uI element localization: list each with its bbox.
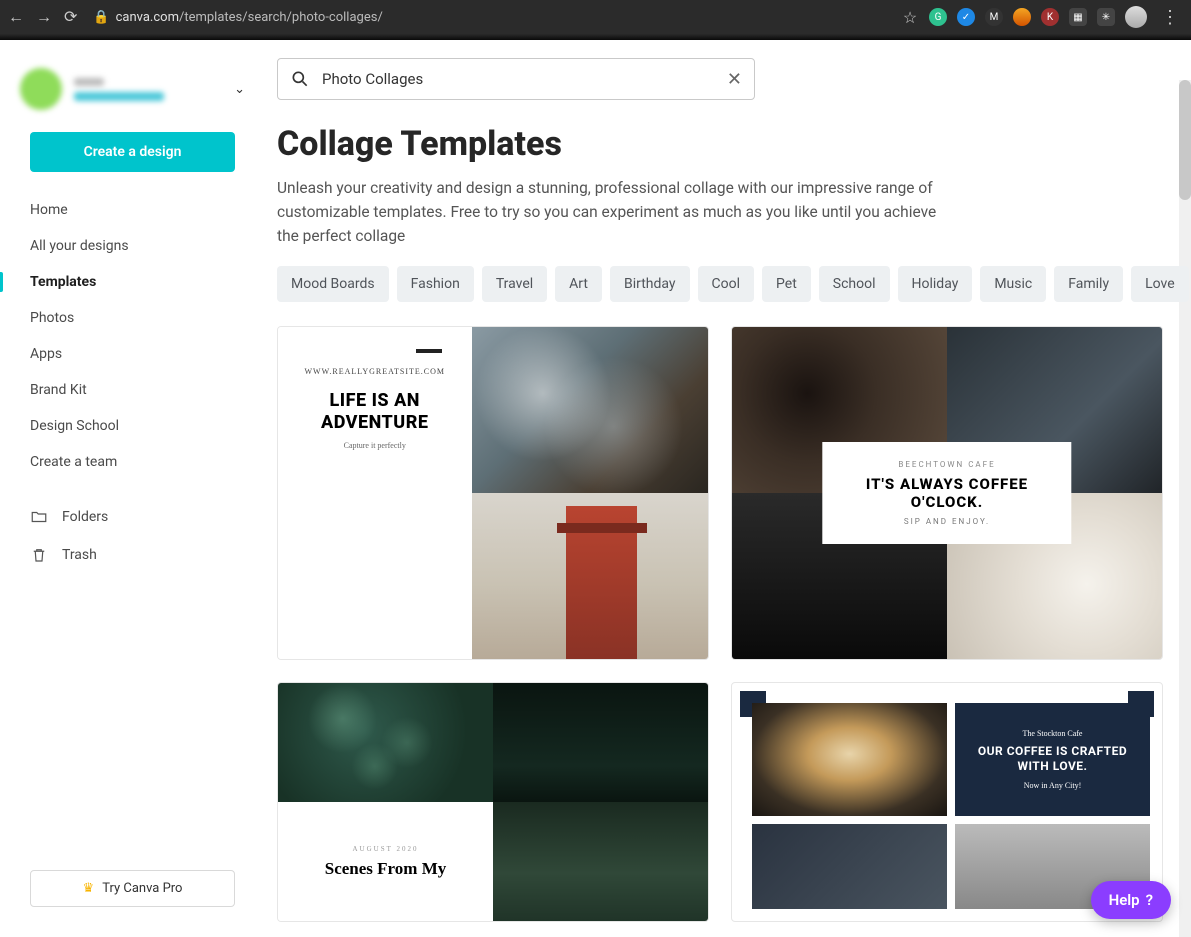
filter-tag[interactable]: Love bbox=[1131, 266, 1189, 302]
template-text: WITH LOVE. bbox=[978, 759, 1127, 775]
template-text: Now in Any City! bbox=[1024, 781, 1082, 790]
template-text: IT'S ALWAYS COFFEE bbox=[844, 475, 1049, 493]
filter-tag[interactable]: Fashion bbox=[397, 266, 474, 302]
help-button[interactable]: Help ? bbox=[1091, 881, 1171, 919]
template-text: OUR COFFEE IS CRAFTED bbox=[978, 744, 1127, 760]
template-photo bbox=[752, 824, 947, 909]
chevron-down-icon: ⌄ bbox=[234, 82, 245, 97]
url-host: canva.com bbox=[116, 10, 179, 25]
extension-icon[interactable]: G bbox=[929, 8, 947, 26]
create-design-button[interactable]: Create a design bbox=[30, 132, 235, 172]
template-text: The Stockton Cafe bbox=[1023, 729, 1083, 738]
template-text: Capture it perfectly bbox=[344, 441, 406, 450]
forward-button[interactable]: → bbox=[36, 7, 52, 27]
bookmark-star-icon[interactable]: ☆ bbox=[901, 8, 919, 26]
filter-tag[interactable]: Family bbox=[1054, 266, 1123, 302]
sidebar-item-brand-kit[interactable]: Brand Kit bbox=[0, 372, 265, 408]
question-icon: ? bbox=[1146, 891, 1153, 909]
template-photo bbox=[493, 683, 708, 802]
extension-icon[interactable]: ▦ bbox=[1069, 8, 1087, 26]
template-text: BEECHTOWN CAFE bbox=[844, 460, 1049, 469]
template-grid: WWW.REALLYGREATSITE.COM LIFE IS AN ADVEN… bbox=[277, 326, 1163, 922]
user-name bbox=[74, 78, 104, 86]
url-path: /templates/search/photo-collages/ bbox=[179, 10, 383, 25]
decorative-corner bbox=[740, 691, 766, 717]
scrollbar-track[interactable] bbox=[1179, 80, 1191, 937]
sidebar-item-folders[interactable]: Folders bbox=[0, 498, 265, 536]
template-text: ADVENTURE bbox=[321, 412, 428, 434]
account-switcher[interactable]: ⌄ bbox=[0, 58, 265, 126]
filter-tag[interactable]: Mood Boards bbox=[277, 266, 389, 302]
template-photo bbox=[752, 703, 947, 816]
page-description: Unleash your creativity and design a stu… bbox=[277, 176, 937, 248]
clear-search-icon[interactable]: ✕ bbox=[727, 69, 742, 90]
browser-toolbar: ← → ⟳ 🔒 canva.com/templates/search/photo… bbox=[0, 0, 1191, 34]
filter-tag[interactable]: Holiday bbox=[898, 266, 973, 302]
extension-icon[interactable] bbox=[1013, 8, 1031, 26]
tag-filter-row: Mood Boards Fashion Travel Art Birthday … bbox=[277, 266, 1163, 302]
sidebar-item-home[interactable]: Home bbox=[0, 192, 265, 228]
template-text: O'CLOCK. bbox=[844, 493, 1049, 511]
template-text: LIFE IS AN bbox=[321, 390, 428, 412]
filter-tag[interactable]: Cool bbox=[698, 266, 755, 302]
template-photo bbox=[278, 683, 493, 802]
extension-icon[interactable]: M bbox=[985, 8, 1003, 26]
template-text: SIP AND ENJOY. bbox=[844, 517, 1049, 526]
back-button[interactable]: ← bbox=[8, 7, 24, 27]
lock-icon: 🔒 bbox=[93, 10, 109, 25]
pro-label: Try Canva Pro bbox=[102, 881, 182, 896]
template-card[interactable]: BEECHTOWN CAFE IT'S ALWAYS COFFEE O'CLOC… bbox=[731, 326, 1163, 660]
decorative-corner bbox=[1128, 691, 1154, 717]
filter-tag[interactable]: Birthday bbox=[610, 266, 690, 302]
filter-tag[interactable]: Music bbox=[980, 266, 1046, 302]
sidebar: ⌄ Create a design Home All your designs … bbox=[0, 40, 265, 937]
sidebar-item-design-school[interactable]: Design School bbox=[0, 408, 265, 444]
filter-tag[interactable]: Art bbox=[555, 266, 602, 302]
sidebar-item-label: Trash bbox=[62, 547, 97, 563]
filter-tag[interactable]: Pet bbox=[762, 266, 811, 302]
search-bar[interactable]: ✕ bbox=[277, 58, 755, 100]
user-avatar bbox=[20, 68, 62, 110]
sidebar-item-templates[interactable]: Templates bbox=[0, 264, 265, 300]
sidebar-item-create-team[interactable]: Create a team bbox=[0, 444, 265, 480]
template-text-overlay: BEECHTOWN CAFE IT'S ALWAYS COFFEE O'CLOC… bbox=[822, 442, 1071, 544]
crown-icon: ♛ bbox=[83, 881, 95, 896]
main-content: ✕ Collage Templates Unleash your creativ… bbox=[265, 40, 1191, 937]
sidebar-item-label: Folders bbox=[62, 509, 108, 525]
template-card[interactable]: AUGUST 2020 Scenes From My bbox=[277, 682, 709, 922]
sidebar-item-photos[interactable]: Photos bbox=[0, 300, 265, 336]
user-subtext bbox=[74, 92, 164, 101]
address-bar[interactable]: 🔒 canva.com/templates/search/photo-colla… bbox=[93, 10, 893, 25]
folder-icon bbox=[30, 508, 48, 526]
trash-icon bbox=[30, 546, 48, 564]
extension-icon[interactable]: K bbox=[1041, 8, 1059, 26]
template-text: AUGUST 2020 bbox=[352, 845, 418, 853]
decorative-bar bbox=[416, 349, 442, 353]
search-input[interactable] bbox=[322, 70, 715, 88]
extension-icon[interactable]: ✓ bbox=[957, 8, 975, 26]
chrome-menu-icon[interactable]: ⋮ bbox=[1157, 7, 1183, 28]
template-card[interactable]: WWW.REALLYGREATSITE.COM LIFE IS AN ADVEN… bbox=[277, 326, 709, 660]
profile-avatar[interactable] bbox=[1125, 6, 1147, 28]
page-title: Collage Templates bbox=[277, 124, 1163, 164]
template-text: Scenes From My bbox=[325, 859, 447, 879]
filter-tag[interactable]: Travel bbox=[482, 266, 547, 302]
extension-icon[interactable]: ✳ bbox=[1097, 8, 1115, 26]
reload-button[interactable]: ⟳ bbox=[64, 7, 77, 27]
template-photo bbox=[472, 493, 709, 659]
sidebar-item-all-designs[interactable]: All your designs bbox=[0, 228, 265, 264]
extension-icons: ☆ G ✓ M K ▦ ✳ ⋮ bbox=[901, 6, 1183, 28]
sidebar-item-apps[interactable]: Apps bbox=[0, 336, 265, 372]
search-icon bbox=[290, 69, 310, 89]
scrollbar-thumb[interactable] bbox=[1179, 80, 1191, 200]
try-pro-button[interactable]: ♛ Try Canva Pro bbox=[30, 870, 235, 907]
help-label: Help bbox=[1109, 891, 1140, 909]
template-text: WWW.REALLYGREATSITE.COM bbox=[304, 367, 445, 376]
sidebar-item-trash[interactable]: Trash bbox=[0, 536, 265, 574]
filter-tag[interactable]: School bbox=[819, 266, 890, 302]
template-photo bbox=[472, 327, 709, 493]
template-photo bbox=[493, 802, 708, 921]
